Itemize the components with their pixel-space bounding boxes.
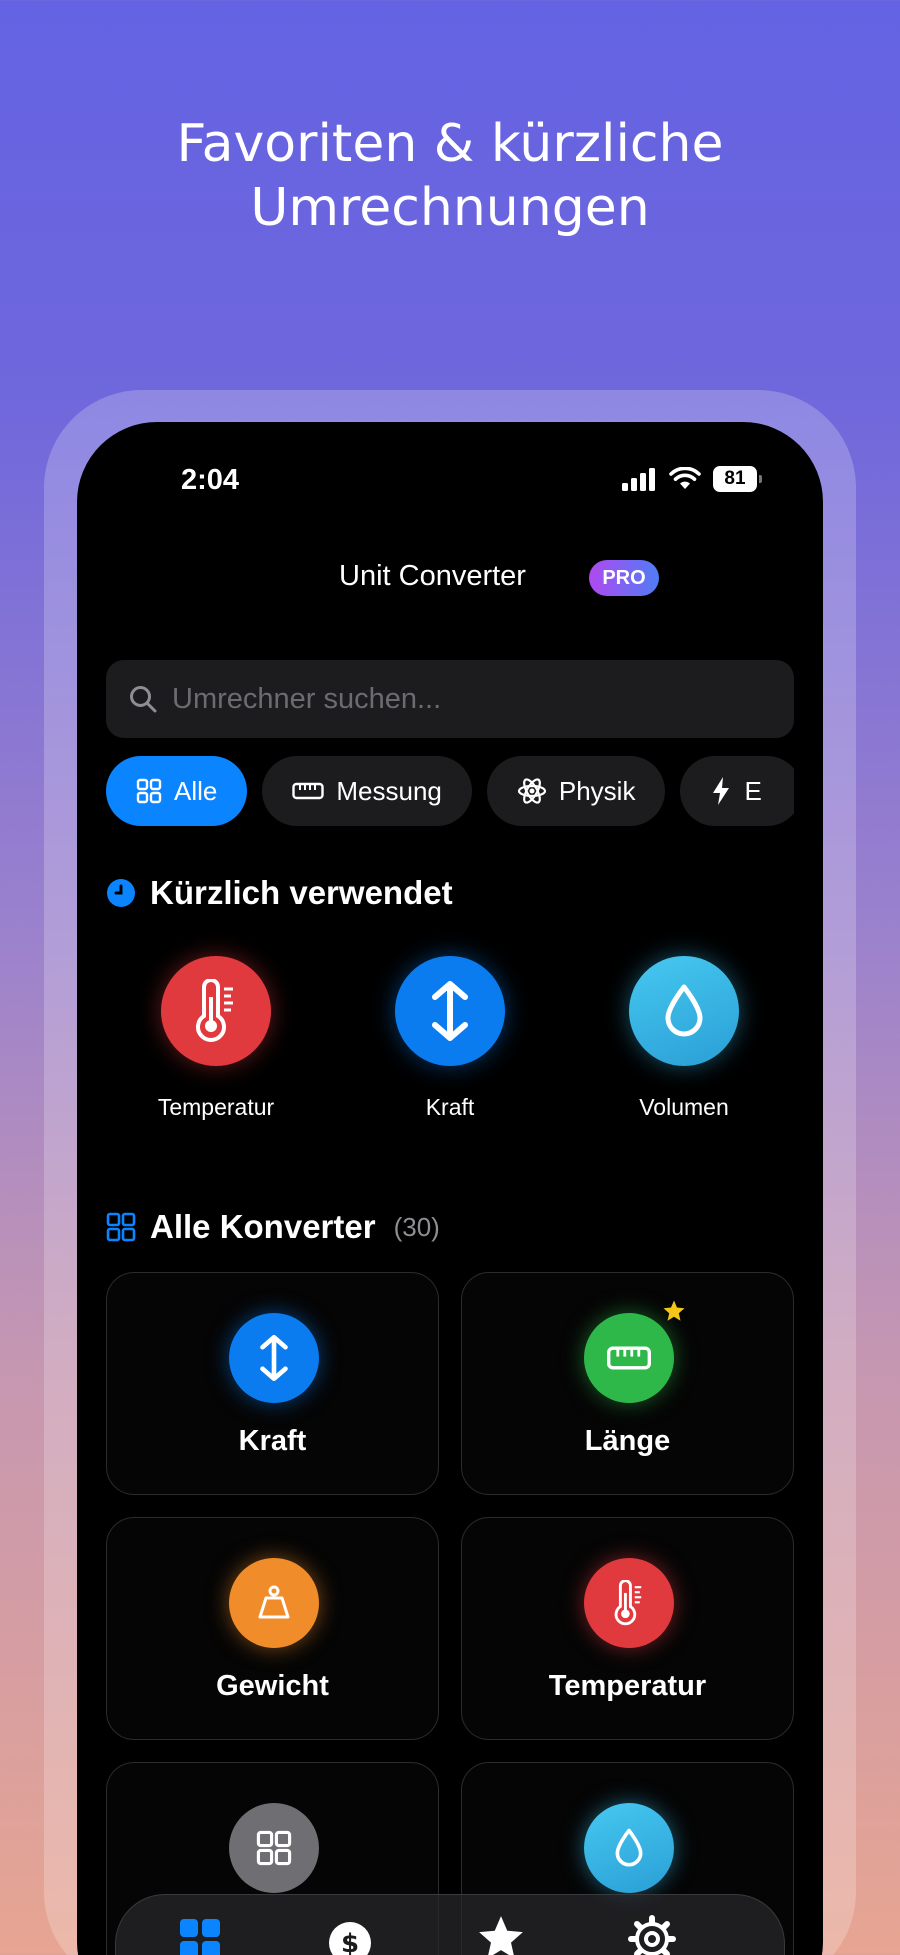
recent-item-label: Volumen: [639, 1094, 729, 1120]
tab-bar: $: [115, 1894, 785, 1955]
converter-count: (30): [393, 1211, 440, 1242]
drop-icon: [615, 1828, 643, 1867]
thermometer-icon: [196, 979, 233, 1042]
signal-icon: [622, 468, 655, 491]
thermometer-icon: [614, 1580, 642, 1626]
card-label: Länge: [584, 1425, 671, 1457]
grid-icon: [106, 1212, 136, 1242]
converter-card-temperatur[interactable]: Temperatur: [461, 1517, 794, 1740]
wifi-icon: [669, 467, 701, 489]
chip-label: Physik: [558, 775, 636, 806]
search-icon: [130, 686, 157, 713]
weight-icon: [258, 1585, 290, 1619]
ruler-icon: [607, 1346, 651, 1370]
chip-physik[interactable]: Physik: [486, 756, 666, 826]
chip-label: E: [744, 775, 762, 806]
search-bar[interactable]: [106, 660, 794, 738]
card-icon-badge: [584, 1803, 674, 1893]
status-icons: 81: [621, 466, 762, 492]
tab-currency[interactable]: $: [328, 1921, 372, 1955]
category-chips: Alle Messung Physik E: [106, 756, 794, 828]
arrows-vertical-icon: [260, 1335, 288, 1381]
drop-icon: [665, 984, 703, 1037]
recent-icon-badge: [161, 956, 271, 1066]
converter-card-gewicht[interactable]: Gewicht: [106, 1517, 439, 1740]
card-label: Temperatur: [548, 1670, 707, 1702]
grid-icon: [136, 778, 162, 804]
svg-text:$: $: [341, 1929, 359, 1955]
recent-item-kraft[interactable]: Kraft: [350, 956, 550, 1121]
recent-section-header: Kürzlich verwendet: [106, 874, 453, 912]
card-icon-badge: [229, 1313, 319, 1403]
recent-item-label: Kraft: [425, 1094, 475, 1120]
card-icon-badge: [584, 1558, 674, 1648]
card-icon-badge: [584, 1313, 674, 1403]
chip-label: Alle: [174, 775, 218, 806]
favorite-star-icon[interactable]: [662, 1299, 686, 1323]
tab-settings-gear-icon[interactable]: [628, 1915, 676, 1955]
atom-icon: [517, 778, 546, 804]
converter-card-kraft[interactable]: Kraft: [106, 1272, 439, 1495]
tab-favorites[interactable]: [476, 1913, 526, 1955]
tab-converters[interactable]: [178, 1917, 222, 1955]
recent-item-temperatur[interactable]: Temperatur: [116, 956, 316, 1121]
headline-line-2: Umrechnungen: [250, 178, 650, 238]
chip-messung[interactable]: Messung: [262, 756, 472, 826]
arrows-vertical-icon: [432, 981, 468, 1041]
all-section-title: Alle Konverter: [150, 1208, 376, 1245]
card-label: Gewicht: [216, 1670, 329, 1702]
status-time: 2:04: [181, 464, 240, 496]
headline: Favoriten & kürzliche Umrechnungen: [0, 112, 900, 240]
phone-screen: 2:04 81 Unit Converter PRO Umrechner suc…: [77, 422, 823, 1955]
converter-card-laenge[interactable]: Länge: [461, 1272, 794, 1495]
clock-icon: [107, 879, 135, 907]
ruler-icon: [292, 782, 325, 800]
recent-icon-badge: [395, 956, 505, 1066]
search-input[interactable]: [172, 682, 732, 716]
card-icon-badge: [229, 1558, 319, 1648]
all-section-header: Alle Konverter (30): [106, 1208, 440, 1246]
recent-item-volumen[interactable]: Volumen: [584, 956, 784, 1121]
recent-section-title: Kürzlich verwendet: [150, 874, 453, 911]
recent-item-label: Temperatur: [157, 1094, 275, 1120]
battery-indicator: 81: [713, 466, 762, 492]
card-label: Kraft: [238, 1425, 307, 1457]
chip-label: Messung: [336, 775, 442, 806]
pro-badge[interactable]: PRO: [589, 560, 659, 596]
headline-line-1: Favoriten & kürzliche: [176, 114, 724, 174]
battery-level: 81: [724, 468, 746, 489]
chip-alle[interactable]: Alle: [106, 756, 248, 826]
bolt-icon: [713, 777, 730, 805]
chip-energie[interactable]: E: [680, 756, 794, 826]
recent-icon-badge: [629, 956, 739, 1066]
card-icon-badge: [229, 1803, 319, 1893]
app-title: Unit Converter: [339, 560, 526, 592]
grid-icon: [256, 1830, 292, 1866]
